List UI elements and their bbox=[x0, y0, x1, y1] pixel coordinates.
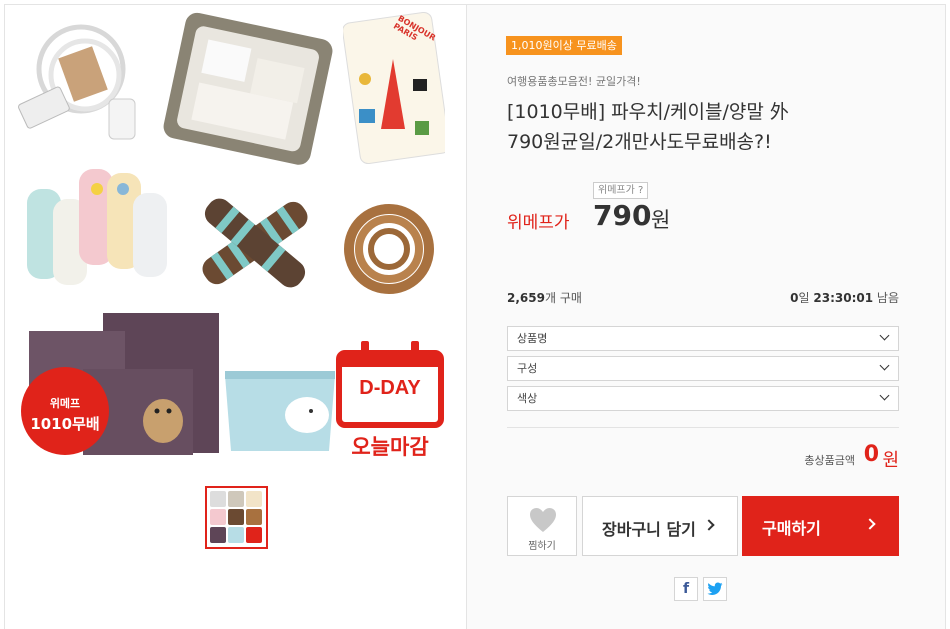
dday-badge: D-DAY 오늘마감 bbox=[335, 339, 445, 459]
option-select-product[interactable]: 상품명 bbox=[507, 326, 899, 351]
buy-now-button[interactable]: 구매하기 bbox=[742, 496, 899, 556]
remain-time: 23:30:01 bbox=[813, 291, 874, 305]
image-hair-ties bbox=[341, 195, 437, 303]
closing-label: 오늘마감 bbox=[351, 435, 429, 459]
image-elephant-pouch bbox=[215, 355, 345, 457]
main-product-image[interactable]: BONJOUR PARIS 위메프 1010무배 D-DAY 오늘마감 bbox=[13, 9, 445, 461]
image-striped-socks bbox=[185, 177, 325, 309]
divider bbox=[507, 427, 899, 428]
chevron-right-icon bbox=[703, 519, 715, 531]
chevron-down-icon bbox=[879, 330, 890, 341]
option-select-set[interactable]: 구성 bbox=[507, 356, 899, 381]
buy-label: 구매하기 bbox=[762, 519, 821, 538]
price-unit: 원 bbox=[651, 208, 671, 232]
chevron-right-icon bbox=[864, 518, 876, 530]
sold-count-suffix: 개 구매 bbox=[544, 291, 582, 305]
facebook-share-button[interactable]: f bbox=[674, 577, 698, 601]
like-label: 찜하기 bbox=[528, 541, 556, 552]
total-value: 0 bbox=[863, 442, 879, 467]
product-title-line1: [1010무배] 파우치/케이블/양말 外 bbox=[507, 101, 789, 123]
chevron-down-icon bbox=[879, 390, 890, 401]
price-label: 위메프가 bbox=[507, 213, 570, 233]
image-ankle-socks bbox=[23, 159, 173, 289]
thumbnail-1[interactable] bbox=[205, 486, 268, 549]
add-to-cart-button[interactable]: 장바구니 담기 bbox=[582, 496, 738, 556]
total-label: 총상품금액 bbox=[804, 454, 855, 467]
dday-label: D-DAY bbox=[359, 377, 421, 399]
image-cable bbox=[13, 9, 153, 157]
option-label: 색상 bbox=[517, 392, 538, 405]
remain-days-suffix: 일 bbox=[798, 291, 810, 305]
price-info-tag[interactable]: 위메프가 ? bbox=[593, 182, 649, 199]
option-label: 상품명 bbox=[517, 332, 548, 345]
free-shipping-badge: 1,010원이상 무료배송 bbox=[506, 36, 622, 55]
chevron-down-icon bbox=[879, 360, 890, 371]
sticker-line1: 위메프 bbox=[49, 397, 81, 410]
twitter-share-button[interactable] bbox=[703, 577, 727, 601]
sold-count: 2,659개 구매 bbox=[507, 289, 582, 306]
like-button[interactable]: 찜하기 bbox=[507, 496, 577, 556]
product-title: [1010무배] 파우치/케이블/양말 外 790원균일/2개만사도무료배송?! bbox=[507, 97, 907, 157]
option-select-color[interactable]: 색상 bbox=[507, 386, 899, 411]
promo-sticker: 위메프 1010무배 bbox=[21, 367, 109, 455]
option-label: 구성 bbox=[517, 362, 538, 375]
product-subtitle: 여행용품총모음전! 균일가격! bbox=[507, 75, 641, 88]
cart-label: 장바구니 담기 bbox=[602, 520, 696, 539]
total-unit: 원 bbox=[882, 450, 899, 471]
price-value: 790 bbox=[593, 199, 652, 232]
product-info-panel: 1,010원이상 무료배송 여행용품총모음전! 균일가격! [1010무배] 파… bbox=[467, 4, 946, 629]
product-gallery: BONJOUR PARIS 위메프 1010무배 D-DAY 오늘마감 bbox=[4, 4, 467, 629]
product-page: BONJOUR PARIS 위메프 1010무배 D-DAY 오늘마감 1,01… bbox=[0, 0, 950, 629]
remain-days: 0 bbox=[790, 291, 799, 305]
sold-count-number: 2,659 bbox=[507, 291, 545, 305]
time-remaining: 0일 23:30:01 남음 bbox=[790, 289, 899, 306]
image-luggage-tag: BONJOUR PARIS bbox=[343, 9, 445, 165]
facebook-icon: f bbox=[682, 581, 690, 597]
product-title-line2: 790원균일/2개만사도무료배송?! bbox=[507, 131, 772, 153]
heart-icon bbox=[530, 508, 556, 532]
twitter-icon bbox=[707, 582, 723, 595]
sticker-line2: 1010무배 bbox=[30, 415, 100, 433]
remain-suffix: 남음 bbox=[876, 291, 899, 305]
image-travel-pouch bbox=[159, 9, 339, 169]
